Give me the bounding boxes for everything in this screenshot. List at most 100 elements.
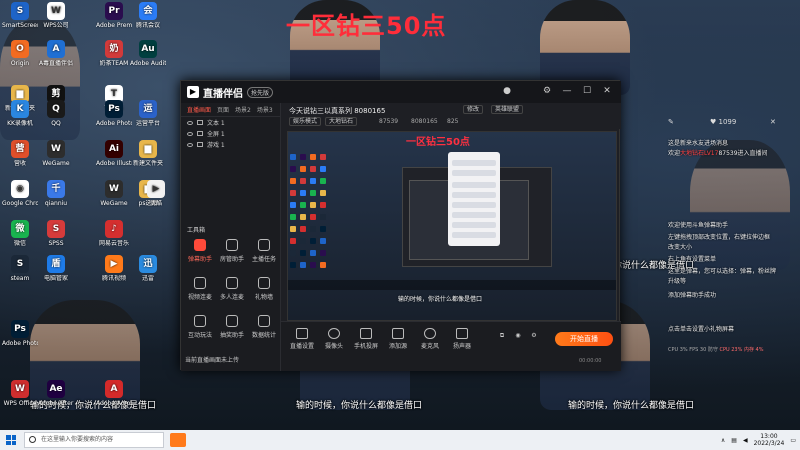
desktop-icon[interactable]: Ps Adobe Photoshop [96, 100, 132, 127]
tool-button[interactable]: 互动玩法 [185, 313, 215, 343]
desktop-icon[interactable]: 微微信 [2, 220, 38, 247]
chat-message: 左键拖拽顶部改变位置，右键拉伸边框 [668, 234, 771, 241]
desktop-icon[interactable]: ◉ Google Chrome [2, 180, 38, 207]
danmaku-chat-panel[interactable]: 这是新来水友进场消息 欢迎大地钻石LV1787539进入直播间 欢迎使用斗鱼弹幕助手… [668, 132, 778, 362]
desktop-icon[interactable]: W WeGame [96, 180, 132, 207]
beta-badge: 抢先版 [247, 86, 274, 98]
desktop-icon[interactable]: ♪ 网易云音乐 [96, 220, 132, 247]
chat-message: 欢迎大地钻石LV1787539进入直播间 [668, 150, 768, 157]
settings-icon[interactable]: ⚙ [541, 85, 553, 97]
live-settings-button[interactable]: 直播设置 [287, 328, 317, 350]
mini-app-icon [310, 238, 316, 244]
speaker-button[interactable]: 扬声器 [447, 328, 477, 350]
tab-scene-2[interactable]: 场景2 [235, 105, 251, 114]
desktop-icon[interactable]: 会腾讯会议 [130, 2, 166, 29]
desktop-icon[interactable]: Pr Adobe Premiere [96, 2, 132, 29]
eye-icon[interactable] [187, 120, 193, 125]
tab-live-view[interactable]: 直播画面 [187, 105, 211, 114]
tray-chevron-icon[interactable]: ∧ [721, 437, 725, 444]
taskbar-search-input[interactable]: 在这里输入你要搜索的内容 [24, 432, 164, 448]
desktop-icon[interactable]: A Adobe Acrobat [96, 380, 132, 407]
desktop-icon[interactable]: 迅迅雷 [130, 255, 166, 282]
desktop-icon[interactable]: Ssteam [2, 255, 38, 282]
camera-button[interactable]: 摄像头 [319, 328, 349, 350]
minimize-icon[interactable]: — [561, 85, 573, 97]
tool-button[interactable]: 多人连麦 [217, 275, 247, 305]
desktop-icon[interactable]: Ae Adobe After Effects [38, 380, 74, 407]
desktop-icon[interactable]: ▶ 腾讯视频 [96, 255, 132, 282]
desktop-icon[interactable]: K KK录像机 [2, 100, 38, 127]
scene-item[interactable]: 文本 1 [181, 117, 280, 128]
phone-cast-button[interactable]: 手机投屏 [351, 328, 381, 350]
tab-page[interactable]: 页面 [217, 105, 229, 114]
lock-icon[interactable] [197, 120, 203, 125]
scene-item[interactable]: 全屏 1 [181, 128, 280, 139]
gear-icon[interactable]: ⚙ [519, 332, 549, 339]
camera-icon [328, 328, 340, 339]
scene-item[interactable]: 游戏 1 [181, 139, 280, 150]
desktop-icon[interactable]: Ps Adobe Photoshop [2, 320, 38, 347]
add-source-button[interactable]: 添加源 [383, 328, 413, 350]
desktop-icon[interactable]: 盾电脑管家 [38, 255, 74, 282]
network-icon[interactable]: ▤ [731, 437, 737, 444]
desktop-icon[interactable]: Au Adobe Audition [130, 40, 166, 67]
desktop-icon[interactable]: A A毒直播伴侣 [38, 40, 74, 67]
start-live-button[interactable]: 开始直播 [555, 332, 613, 346]
tool-button[interactable]: 弹幕助手 [185, 237, 215, 267]
edit-title-button[interactable]: 修改 [463, 105, 484, 114]
scene-item-label: 游戏 1 [207, 142, 225, 149]
lock-icon[interactable] [197, 142, 203, 147]
desktop-icon[interactable]: S SPSS [38, 220, 74, 247]
microphone-button[interactable]: 麦克风 [415, 328, 445, 350]
desktop-icon-label: Adobe Premiere [96, 22, 132, 29]
maximize-icon[interactable]: ☐ [581, 85, 593, 97]
desktop-icon[interactable]: W WPS Office [2, 380, 38, 407]
desktop-icon[interactable]: 千 qianniu [38, 180, 74, 207]
game-category-chip[interactable]: 英雄联盟 [491, 105, 524, 114]
clock-date: 2022/3/24 [753, 440, 785, 447]
tool-button[interactable]: 视频连麦 [185, 275, 215, 305]
desktop-icon-label: WPS公司 [43, 22, 69, 29]
live-preview[interactable]: 一区钻三50点 输的时候，你说什么都像是借口 [287, 131, 617, 321]
tab-scene-3[interactable]: 场景3 [257, 105, 273, 114]
tool-button[interactable]: 房管助手 [217, 237, 247, 267]
windows-logo-icon [6, 435, 16, 445]
clock[interactable]: 13:00 2022/3/24 [754, 433, 785, 447]
desktop-icon[interactable]: ▶ 优酷 [138, 180, 174, 207]
app-footer: 直播设置 摄像头 手机投屏 添加源 麦克风 扬声器 ⧉ ◉ ⚙ 开始直播 00:… [281, 321, 621, 371]
eye-icon[interactable] [187, 131, 193, 136]
tool-button[interactable]: 主播任务 [249, 237, 279, 267]
live-companion-window[interactable]: ▶ 直播伴侣 抢先版 ● ⚙ — ☐ ✕ 直播画面 页面 场景2 场景3 文本 … [180, 80, 621, 371]
notification-icon[interactable]: ▭ [790, 437, 796, 444]
tool-button[interactable]: 礼物墙 [249, 275, 279, 305]
tool-icon [258, 239, 270, 251]
desktop-icon[interactable]: 营营收 [2, 140, 38, 167]
close-icon[interactable]: ✕ [601, 85, 613, 97]
edit-icon[interactable]: ✎ [668, 118, 674, 126]
desktop-icon[interactable]: O Origin [2, 40, 38, 67]
mode-chip[interactable]: 娱乐模式 [289, 117, 322, 126]
rank-chip[interactable]: 大地钻石 [325, 117, 358, 126]
mini-app-icon [320, 250, 326, 256]
chat-message: 升级等 [668, 278, 687, 285]
app-icon: S [47, 220, 65, 238]
lock-icon[interactable] [197, 131, 203, 136]
close-icon[interactable]: ✕ [770, 118, 776, 126]
desktop-icon[interactable]: ▆ 新建文件夹 [130, 140, 166, 167]
tool-button[interactable]: 抽奖助手 [217, 313, 247, 343]
taskbar-app-live-companion[interactable] [170, 433, 186, 447]
avatar-icon[interactable]: ● [501, 85, 513, 97]
desktop-icon[interactable]: 运运营平台 [130, 100, 166, 127]
app-icon: S [11, 255, 29, 273]
desktop-icon[interactable]: Ai Adobe Illustrator [96, 140, 132, 167]
start-button[interactable] [0, 430, 22, 450]
tool-button[interactable]: 数据统计 [249, 313, 279, 343]
volume-icon[interactable]: ◀ [743, 437, 748, 444]
desktop-icon[interactable]: 奶奶茶TEAM [96, 40, 132, 67]
desktop-icon[interactable]: W WPS公司 [38, 2, 74, 29]
desktop-icon[interactable]: W WeGame [38, 140, 74, 167]
eye-icon[interactable] [187, 142, 193, 147]
app-titlebar[interactable]: ▶ 直播伴侣 抢先版 ● ⚙ — ☐ ✕ [181, 81, 621, 103]
desktop-icon[interactable]: S SmartScreen [2, 2, 38, 29]
desktop-icon[interactable]: Q QQ [38, 100, 74, 127]
